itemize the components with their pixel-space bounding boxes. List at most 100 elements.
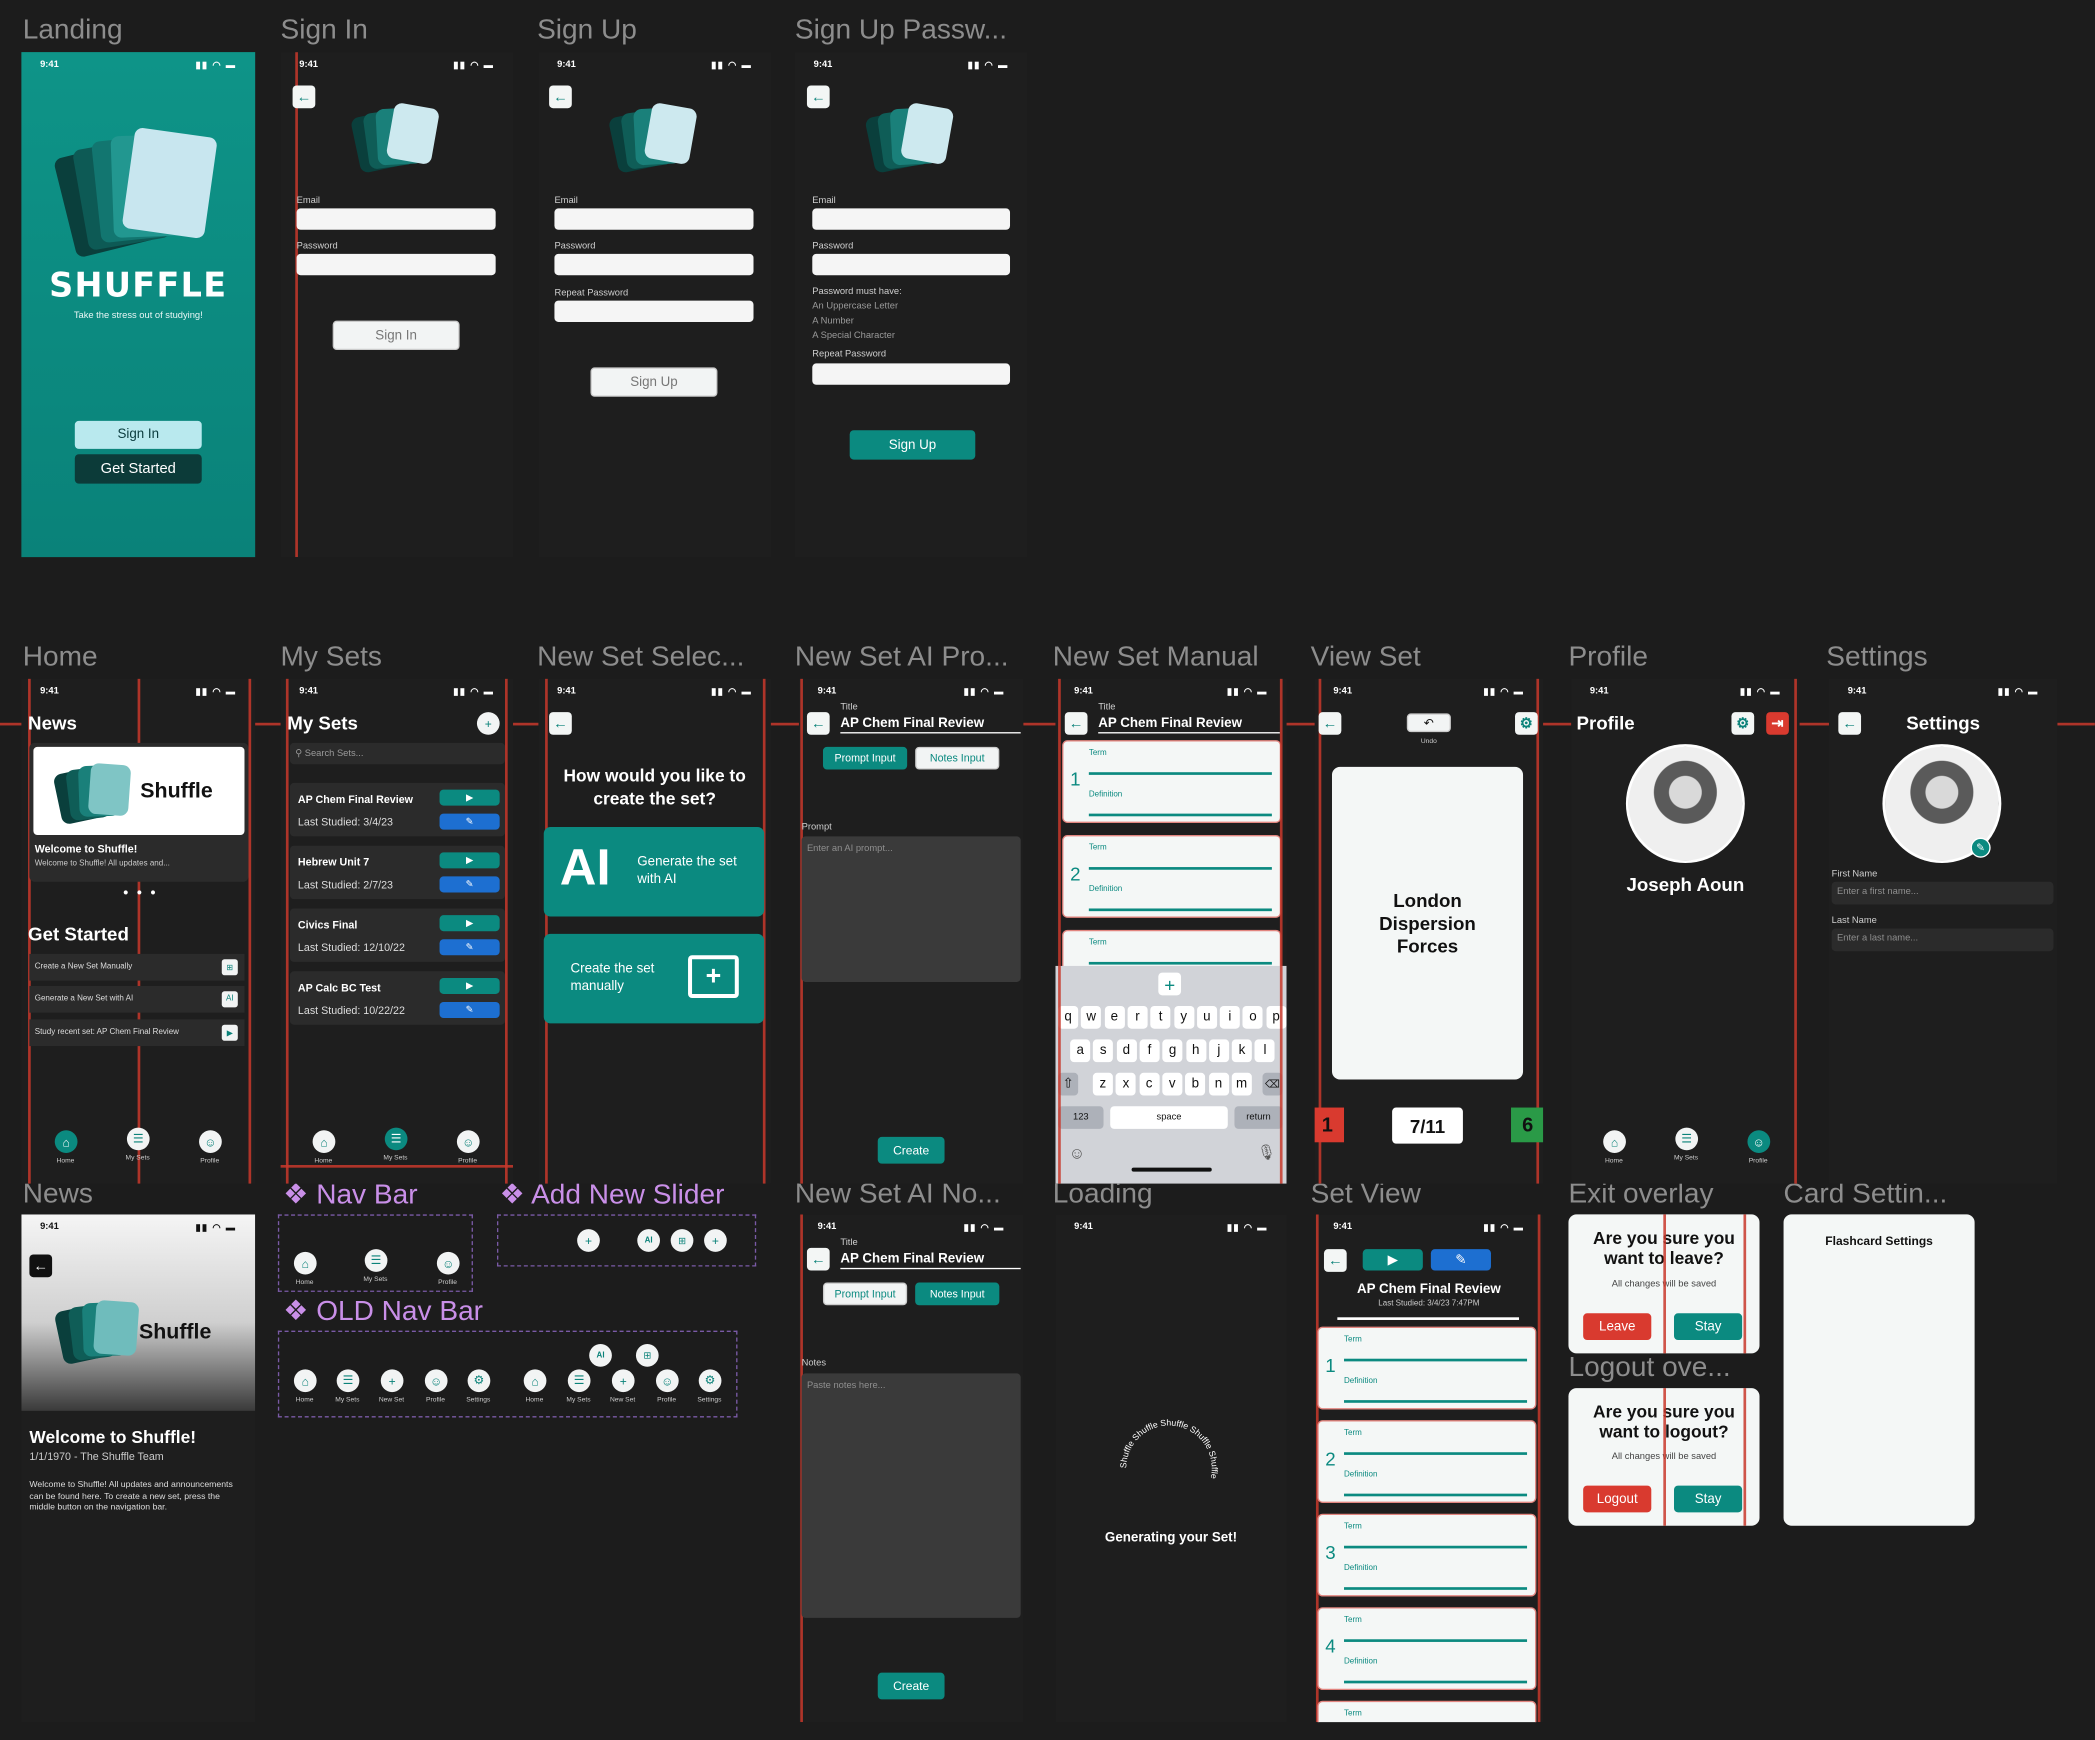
password-field[interactable] — [296, 253, 496, 276]
generate-ai-item[interactable]: Generate a New Set with AI AI — [29, 985, 245, 1013]
repeat-password-field[interactable] — [812, 363, 1011, 385]
plus-icon[interactable]: + — [611, 1369, 635, 1393]
home-icon[interactable]: ⌂ — [1603, 1130, 1626, 1153]
title-input[interactable]: AP Chem Final Review — [1098, 716, 1280, 734]
flashcard[interactable]: London Dispersion Forces — [1331, 766, 1524, 1080]
email-field[interactable] — [812, 208, 1011, 230]
term-card[interactable]: 2 Term Definition — [1317, 1420, 1537, 1503]
home-icon[interactable]: ⌂ — [523, 1369, 547, 1393]
password-field[interactable] — [812, 253, 1011, 276]
key-i[interactable]: i — [1219, 1006, 1240, 1029]
key-s[interactable]: s — [1093, 1039, 1114, 1063]
home-icon[interactable]: ⌂ — [54, 1130, 78, 1153]
set-row[interactable]: AP Chem Final Review Last Studied: 3/4/23… — [289, 782, 506, 837]
get-started-button[interactable]: Get Started — [74, 454, 202, 484]
key-t[interactable]: t — [1150, 1006, 1171, 1029]
key-w[interactable]: w — [1081, 1006, 1102, 1029]
stack-icon[interactable]: ☰ — [126, 1127, 150, 1151]
set-row[interactable]: Civics Final Last Studied: 12/10/22 ▶ ✎ — [289, 908, 506, 962]
notes-input-tab[interactable]: Notes Input — [915, 746, 1000, 770]
stack-icon[interactable]: ☰ — [364, 1249, 388, 1272]
plus-icon[interactable]: + — [704, 1229, 727, 1252]
create-button[interactable]: Create — [877, 1672, 945, 1700]
signup-button[interactable]: Sign Up — [849, 430, 976, 460]
set-row[interactable]: AP Calc BC Test Last Studied: 10/22/22 ▶ ✎ — [289, 971, 506, 1025]
email-field[interactable] — [554, 208, 754, 230]
repeat-password-field[interactable] — [554, 300, 754, 322]
notes-input-tab[interactable]: Notes Input — [915, 1282, 1000, 1306]
gear-icon[interactable]: ⚙ — [698, 1369, 722, 1393]
play-icon[interactable]: ▶ — [439, 789, 500, 806]
generate-ai-option[interactable]: AI Generate the set with AI — [543, 826, 765, 917]
add-card-button[interactable]: + — [1158, 972, 1182, 996]
edit-icon[interactable]: ✎ — [1970, 837, 1991, 858]
notes-input[interactable]: Paste notes here... — [801, 1373, 1021, 1618]
key-p[interactable]: p — [1266, 1006, 1287, 1029]
key-j[interactable]: j — [1208, 1039, 1229, 1063]
stay-button[interactable]: Stay — [1674, 1313, 1743, 1341]
plus-icon[interactable]: + — [577, 1229, 600, 1252]
term-card[interactable]: 3 Term Definition — [1317, 1513, 1537, 1597]
logout-button[interactable]: Logout — [1583, 1485, 1652, 1513]
play-icon[interactable]: ▶ — [439, 915, 500, 932]
back-button[interactable]: ← — [1064, 712, 1088, 735]
back-button[interactable]: ← — [292, 85, 316, 109]
plus-card-icon[interactable]: ⊞ — [670, 1229, 694, 1252]
prompt-input-tab[interactable]: Prompt Input — [822, 1282, 908, 1306]
back-button[interactable]: ← — [806, 712, 830, 735]
edit-icon[interactable]: ✎ — [439, 939, 500, 956]
signin-button[interactable]: Sign In — [74, 420, 202, 449]
back-button[interactable]: ← — [806, 1247, 830, 1271]
return-key[interactable]: return — [1234, 1106, 1283, 1129]
emoji-icon[interactable]: ☺ — [1069, 1144, 1085, 1163]
back-button[interactable]: ← — [1318, 712, 1342, 735]
play-icon[interactable]: ▶ — [1362, 1249, 1423, 1271]
edit-icon[interactable]: ✎ — [1430, 1249, 1491, 1271]
manual-option[interactable]: Create the set manually + — [543, 933, 765, 1024]
plus-icon[interactable]: + — [380, 1369, 404, 1393]
create-manually-item[interactable]: Create a New Set Manually ⊞ — [29, 953, 245, 981]
last-name-input[interactable]: Enter a last name... — [1831, 928, 2054, 952]
signup-button[interactable]: Sign Up — [590, 367, 718, 397]
title-input[interactable]: AP Chem Final Review — [840, 716, 1021, 734]
email-field[interactable] — [296, 208, 496, 230]
stack-icon[interactable]: ☰ — [1675, 1127, 1699, 1151]
key-m[interactable]: m — [1231, 1072, 1252, 1096]
key-r[interactable]: r — [1127, 1006, 1148, 1029]
home-icon[interactable]: ⌂ — [293, 1251, 317, 1275]
stack-icon[interactable]: ☰ — [384, 1127, 408, 1151]
key-a[interactable]: a — [1070, 1039, 1091, 1063]
password-field[interactable] — [554, 253, 754, 276]
user-icon[interactable]: ☺ — [199, 1130, 222, 1153]
back-button[interactable]: ← — [806, 85, 830, 109]
create-button[interactable]: Create — [877, 1136, 945, 1164]
term-card[interactable]: 1 Term Definition — [1062, 740, 1282, 823]
back-button[interactable]: ← — [1323, 1249, 1347, 1272]
term-card[interactable]: Term — [1317, 1700, 1537, 1723]
term-card[interactable]: 4 Term Definition — [1317, 1607, 1537, 1691]
key-n[interactable]: n — [1208, 1072, 1229, 1096]
study-recent-item[interactable]: Study recent set: AP Chem Final Review ▶ — [29, 1019, 245, 1047]
gear-icon[interactable]: ⚙ — [1731, 712, 1755, 735]
set-row[interactable]: Hebrew Unit 7 Last Studied: 2/7/23 ▶ ✎ — [289, 845, 506, 900]
user-icon[interactable]: ☺ — [424, 1369, 448, 1393]
ai-icon[interactable]: AI — [637, 1229, 660, 1252]
key-e[interactable]: e — [1104, 1006, 1125, 1029]
key-z[interactable]: z — [1092, 1072, 1113, 1096]
key-v[interactable]: v — [1162, 1072, 1183, 1096]
key-u[interactable]: u — [1196, 1006, 1217, 1029]
back-button[interactable]: ← — [29, 1254, 53, 1278]
space-key[interactable]: space — [1110, 1106, 1228, 1129]
key-l[interactable]: l — [1255, 1039, 1276, 1063]
key-y[interactable]: y — [1173, 1006, 1194, 1029]
undo-icon[interactable]: ↶ — [1406, 713, 1451, 733]
microphone-icon[interactable]: 🎙 — [1257, 1144, 1276, 1161]
edit-icon[interactable]: ✎ — [439, 813, 500, 830]
edit-icon[interactable]: ✎ — [439, 1002, 500, 1019]
key-d[interactable]: d — [1116, 1039, 1137, 1063]
gear-icon[interactable]: ⚙ — [1515, 712, 1538, 735]
title-input[interactable]: AP Chem Final Review — [840, 1252, 1021, 1270]
news-card[interactable]: Shuffle Welcome to Shuffle! Welcome to S… — [29, 742, 249, 882]
plus-icon[interactable]: + — [476, 712, 500, 735]
plus-card-icon[interactable]: ⊞ — [635, 1344, 659, 1367]
